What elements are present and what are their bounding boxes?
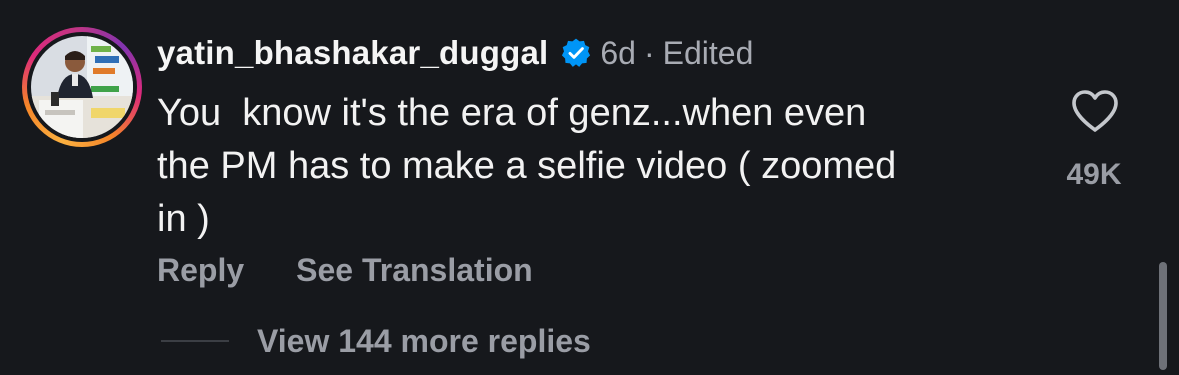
verified-badge-icon: [562, 38, 591, 67]
comment-header: yatin_bhashakar_duggal 6d · Edited: [157, 30, 753, 76]
meta-separator: ·: [643, 34, 655, 71]
avatar[interactable]: [31, 36, 133, 138]
edited-label: Edited: [662, 34, 754, 71]
comment-actions: Reply See Translation: [157, 247, 585, 293]
heart-outline-icon[interactable]: [1070, 88, 1120, 134]
avatar-story-ring[interactable]: [22, 27, 142, 147]
see-translation-button[interactable]: See Translation: [296, 252, 533, 289]
comment-text: You know it's the era of genz...when eve…: [157, 92, 897, 240]
username-link[interactable]: yatin_bhashakar_duggal: [157, 34, 548, 72]
reply-button[interactable]: Reply: [157, 252, 244, 289]
like-count: 49K: [1066, 158, 1122, 191]
view-more-replies-button[interactable]: View 144 more replies: [257, 323, 591, 360]
avatar-ring-gap: [27, 32, 137, 142]
comment-item: yatin_bhashakar_duggal 6d · Edited You k…: [0, 0, 1179, 375]
scrollbar-thumb[interactable]: [1159, 262, 1167, 370]
timestamp: 6d: [600, 34, 636, 71]
view-replies-row[interactable]: View 144 more replies: [161, 318, 591, 364]
replies-divider-line: [161, 340, 229, 342]
